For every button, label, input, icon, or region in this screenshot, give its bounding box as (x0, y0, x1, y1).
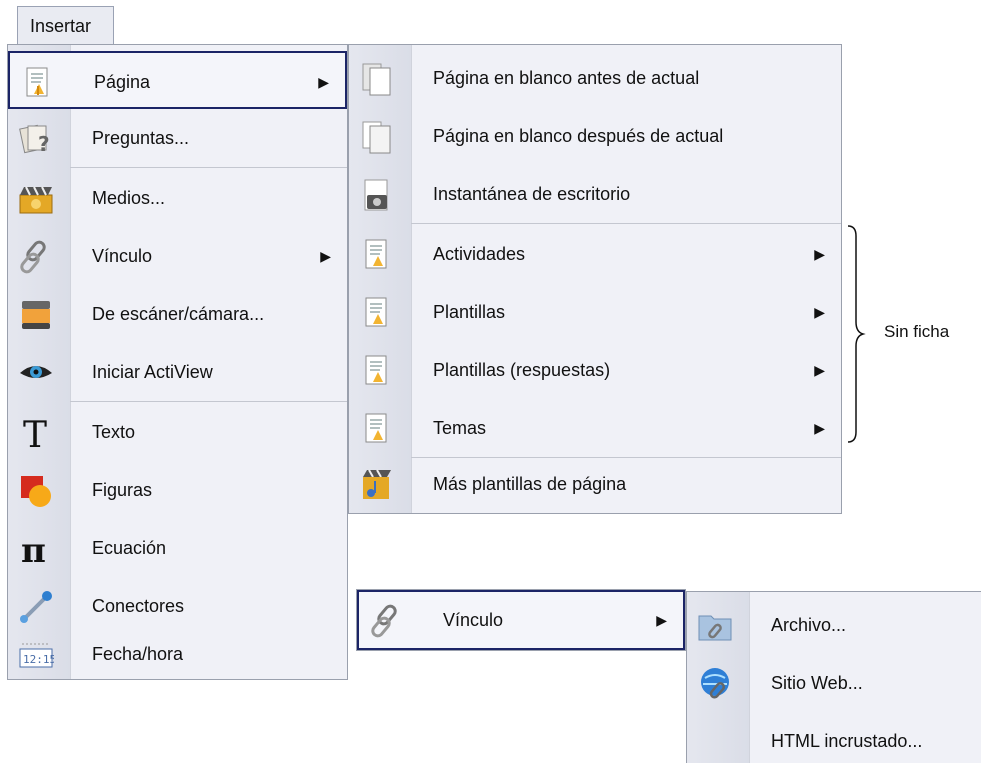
web-link-icon (697, 666, 733, 702)
menu-item-actiview[interactable]: Iniciar ActiView (8, 343, 347, 401)
submenu-item-label: Página en blanco antes de actual (433, 68, 700, 88)
vinculo-item-panel: Vínculo ▶ (356, 589, 686, 651)
submenu-item-blank-after[interactable]: Página en blanco después de actual (349, 107, 841, 165)
submenu-item-plantillas[interactable]: Plantillas ▶ (349, 283, 841, 341)
submenu-item-label: Archivo... (771, 615, 847, 635)
submenu-item-desktop-snapshot[interactable]: Instantánea de escritorio (349, 165, 841, 223)
menu-item-vinculo-highlighted[interactable]: Vínculo ▶ (357, 590, 685, 650)
submenu-arrow-icon: ▶ (814, 304, 825, 320)
submenu-arrow-icon: ▶ (320, 248, 331, 264)
menu-item-label: Preguntas... (92, 128, 190, 148)
page-icon (359, 237, 395, 273)
brace-annotation (847, 225, 866, 443)
submenu-item-label: Página en blanco después de actual (433, 126, 724, 146)
page-icon (20, 65, 56, 101)
menu-item-label: Medios... (92, 188, 166, 208)
shapes-icon (18, 473, 54, 509)
menu-item-figuras[interactable]: Figuras (8, 461, 347, 519)
submenu-arrow-icon: ▶ (814, 246, 825, 262)
svg-text:T: T (23, 415, 47, 451)
submenu-item-label: Instantánea de escritorio (433, 184, 631, 204)
menu-item-label: Vínculo (92, 246, 153, 266)
menu-separator (411, 223, 841, 224)
eye-icon (18, 355, 54, 391)
submenu-item-label: HTML incrustado... (771, 731, 923, 751)
menu-item-label: Iniciar ActiView (92, 362, 213, 382)
menu-item-label: Texto (92, 422, 136, 442)
menu-separator (70, 167, 347, 168)
connector-icon (18, 589, 54, 625)
svg-text:12:15: 12:15 (23, 653, 54, 666)
submenu-arrow-icon: ▶ (318, 74, 329, 90)
media-page-icon (359, 467, 395, 503)
page-icon (359, 353, 395, 389)
pi-icon: π (18, 531, 54, 571)
menu-item-medios[interactable]: Medios... (8, 169, 347, 227)
insertar-menu[interactable]: Insertar (17, 6, 114, 44)
menu-item-escaner[interactable]: De escáner/cámara... (8, 285, 347, 343)
submenu-item-sitio-web[interactable]: Sitio Web... (687, 654, 981, 712)
submenu-arrow-icon: ▶ (656, 612, 667, 628)
sin-ficha-label: Sin ficha (884, 322, 950, 341)
media-icon (18, 181, 54, 217)
svg-text:π: π (21, 531, 46, 567)
svg-text:?: ? (38, 132, 50, 156)
submenu-arrow-icon: ▶ (814, 362, 825, 378)
submenu-item-actividades[interactable]: Actividades ▶ (349, 225, 841, 283)
insertar-dropdown: Página ▶ ? Preguntas... Medios... Víncul… (7, 44, 348, 680)
submenu-item-label: Sitio Web... (771, 673, 863, 693)
menu-item-vinculo[interactable]: Vínculo ▶ (8, 227, 347, 285)
date-time-icon: 12:15 (18, 637, 56, 673)
menu-item-fecha-hora[interactable]: 12:15 Fecha/hora (8, 625, 347, 683)
menu-item-label: Fecha/hora (92, 644, 184, 664)
menu-item-label: Ecuación (92, 538, 167, 558)
submenu-item-label: Temas (433, 418, 487, 438)
menu-item-preguntas[interactable]: ? Preguntas... (8, 109, 347, 167)
submenu-item-plantillas-respuestas[interactable]: Plantillas (respuestas) ▶ (349, 341, 841, 399)
menu-item-pagina[interactable]: Página ▶ (8, 51, 347, 109)
submenu-item-label: Plantillas (433, 302, 506, 322)
scanner-icon (18, 297, 54, 333)
submenu-item-label: Actividades (433, 244, 526, 264)
menu-separator (70, 401, 347, 402)
submenu-item-label: Más plantillas de página (433, 474, 627, 494)
menu-item-ecuacion[interactable]: π Ecuación (8, 519, 347, 577)
menu-item-label: Vínculo (443, 610, 504, 630)
link-icon (18, 239, 54, 275)
menu-item-label: Página (94, 72, 151, 92)
submenu-item-blank-before[interactable]: Página en blanco antes de actual (349, 49, 841, 107)
submenu-item-html-incrustado[interactable]: HTML incrustado... (687, 712, 981, 770)
page-icon (359, 295, 395, 331)
menu-item-label: Figuras (92, 480, 153, 500)
desktop-snapshot-icon (359, 177, 395, 213)
pagina-submenu: Página en blanco antes de actual Página … (348, 44, 842, 514)
text-icon: T (18, 415, 54, 456)
vinculo-submenu: Archivo... Sitio Web... HTML incrustado.… (686, 591, 981, 763)
link-icon (369, 603, 405, 639)
page-icon (359, 411, 395, 447)
submenu-item-temas[interactable]: Temas ▶ (349, 399, 841, 457)
menu-item-texto[interactable]: T Texto (8, 403, 347, 461)
blank-page-before-icon (359, 61, 395, 97)
submenu-arrow-icon: ▶ (814, 420, 825, 436)
folder-link-icon (697, 608, 733, 644)
submenu-item-label: Plantillas (respuestas) (433, 360, 611, 380)
questions-icon: ? (18, 121, 54, 157)
submenu-item-mas-plantillas[interactable]: Más plantillas de página (349, 455, 841, 513)
menu-item-label: De escáner/cámara... (92, 304, 265, 324)
blank-page-after-icon (359, 119, 395, 155)
submenu-item-archivo[interactable]: Archivo... (687, 596, 981, 654)
